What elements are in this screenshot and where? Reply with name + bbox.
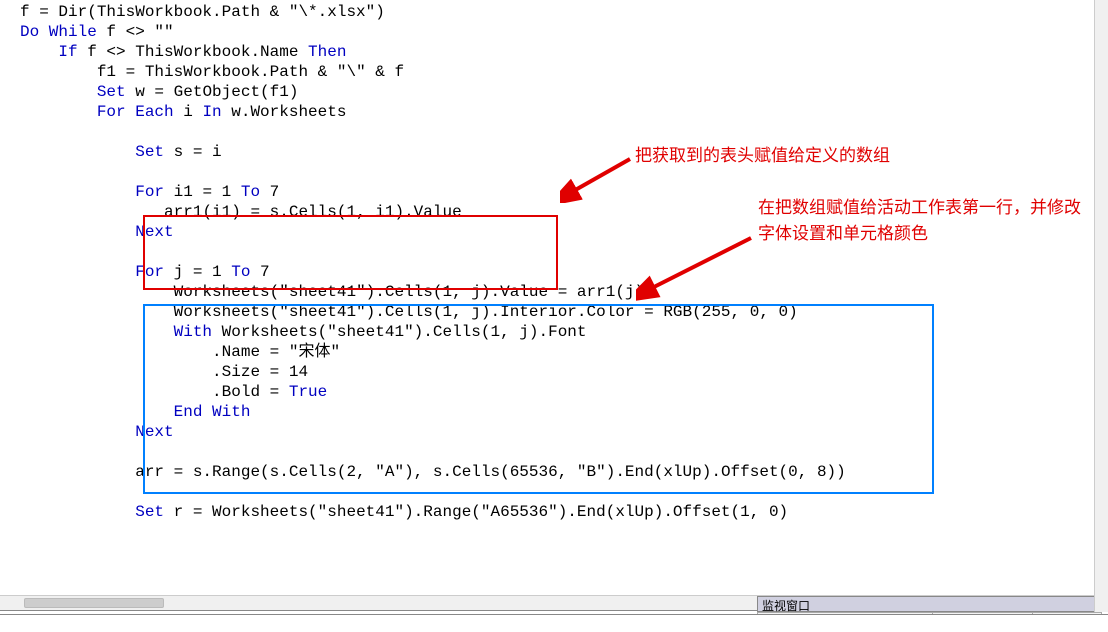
code-line: f1 = ThisWorkbook.Path & bbox=[97, 63, 337, 81]
vertical-scrollbar[interactable] bbox=[1094, 0, 1108, 612]
code-editor[interactable]: f = Dir(ThisWorkbook.Path & "\*.xlsx") D… bbox=[0, 0, 1108, 595]
code-line: arr1(i1) = s.Cells(1, i1).Value bbox=[164, 203, 462, 221]
code-line: Worksheets( bbox=[174, 283, 280, 301]
code-line: End With bbox=[174, 403, 251, 421]
watch-window-title: 监视窗口 bbox=[757, 596, 1102, 612]
annotation-text-2: 在把数组赋值给活动工作表第一行，并修改字体设置和单元格颜色 bbox=[758, 195, 1088, 246]
code-line: For bbox=[135, 263, 164, 281]
code-line: For Each bbox=[97, 103, 174, 121]
annotation-text-1: 把获取到的表头赋值给定义的数组 bbox=[635, 143, 890, 169]
code-line: .Bold = bbox=[212, 383, 289, 401]
code-line: Set bbox=[97, 83, 126, 101]
code-line: .Name = bbox=[212, 343, 289, 361]
code-line: .Size = 14 bbox=[212, 363, 308, 381]
bottom-bar bbox=[0, 614, 1108, 632]
code-line: With bbox=[174, 323, 212, 341]
code-line: Set bbox=[135, 503, 164, 521]
code-line: Set bbox=[135, 143, 164, 161]
code-line: For bbox=[135, 183, 164, 201]
code-line: Do While bbox=[20, 23, 97, 41]
code-line: Next bbox=[135, 223, 173, 241]
code-line: If bbox=[58, 43, 77, 61]
code-line: f = Dir(ThisWorkbook.Path & bbox=[20, 3, 289, 21]
code-line: Worksheets( bbox=[174, 303, 280, 321]
code-line: arr = s.Range(s.Cells(2, bbox=[135, 463, 375, 481]
code-line: Next bbox=[135, 423, 173, 441]
scrollbar-thumb[interactable] bbox=[24, 598, 164, 608]
